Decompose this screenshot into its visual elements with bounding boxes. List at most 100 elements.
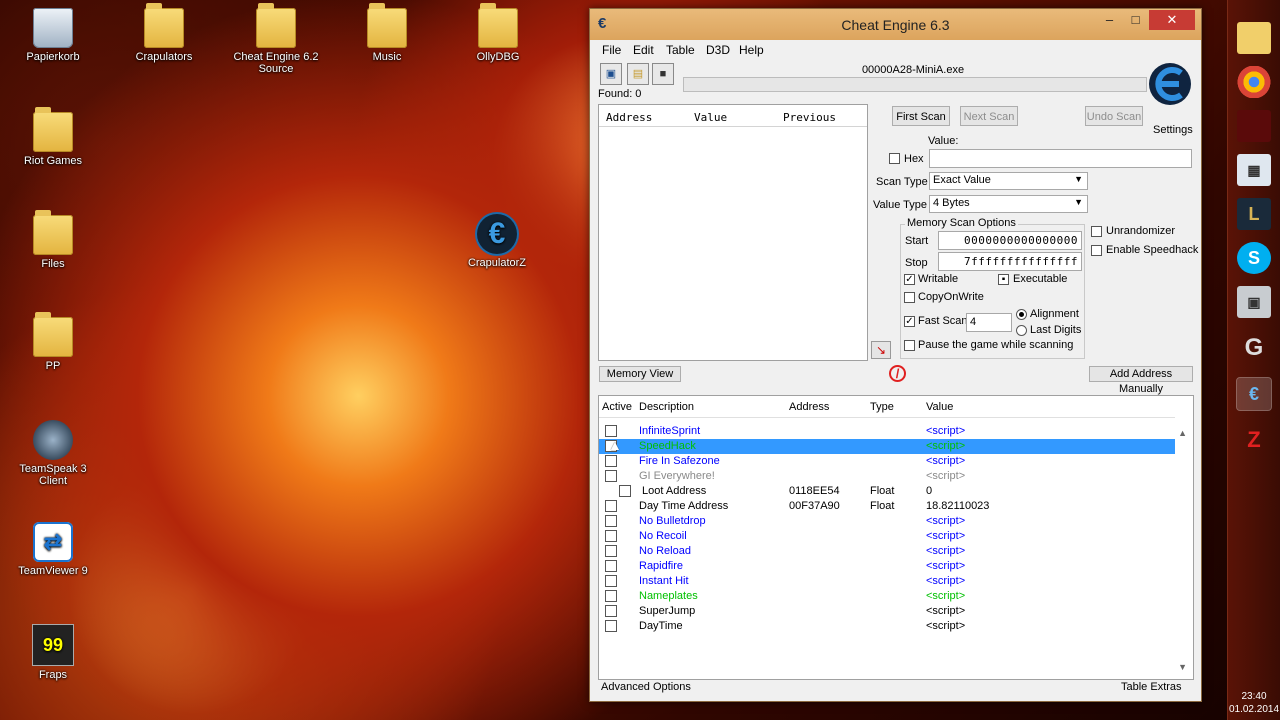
active-checkbox[interactable] [605,590,617,602]
menu-d3d[interactable]: D3D [706,43,730,57]
table-row[interactable]: No Reload <script> [599,544,1175,559]
desktop-icon-music[interactable]: Music [339,3,435,63]
skype-icon[interactable]: S [1237,242,1271,274]
table-row[interactable]: No Recoil <script> [599,529,1175,544]
maximize-button[interactable]: □ [1122,10,1149,30]
table-row[interactable]: Loot Address 0118EE54 Float 0 [599,484,1175,499]
scan-type-select[interactable]: Exact Value ▼ [929,172,1088,190]
desktop-icon-papierkorb[interactable]: Papierkorb [5,8,101,63]
desktop-icon-crapulators[interactable]: Crapulators [116,3,212,63]
desktop-icon-ollydbg[interactable]: OllyDBG [450,3,546,63]
value-type-select[interactable]: 4 Bytes ▼ [929,195,1088,213]
table-row[interactable]: SpeedHack <script> ▲ [599,437,1175,454]
calculator-icon[interactable]: ▦ [1237,154,1271,186]
menu-file[interactable]: File [602,43,621,57]
table-row[interactable]: Nameplates <script> [599,589,1175,604]
results-header-value[interactable]: Value [694,111,727,124]
active-checkbox[interactable] [605,575,617,587]
first-scan-button[interactable]: First Scan [892,106,950,126]
pointer-scan-arrow-button[interactable]: ↘ [871,341,891,359]
unrandomizer-checkbox[interactable] [1091,226,1102,237]
table-row[interactable]: Day Time Address 00F37A90 Float 18.82110… [599,499,1175,514]
memory-view-button[interactable]: Memory View [599,366,681,382]
executable-checkbox[interactable]: ▪ [998,274,1009,285]
results-header-address[interactable]: Address [606,111,652,124]
table-row[interactable]: DayTime <script> [599,619,1175,634]
desktop-icon-crapulatorz[interactable]: € CrapulatorZ [449,214,545,269]
league-of-legends-icon[interactable]: L [1237,198,1271,230]
desktop-icon-pp[interactable]: PP [5,312,101,372]
minimize-button[interactable]: – [1096,10,1123,30]
menu-edit[interactable]: Edit [633,43,654,57]
table-header-type[interactable]: Type [870,401,894,413]
clock[interactable]: 23:40 01.02.2014 [1228,690,1280,716]
table-row[interactable]: Instant Hit <script> [599,574,1175,589]
table-header-address[interactable]: Address [789,401,829,413]
advanced-options-button[interactable]: Advanced Options [601,681,691,693]
scroll-down-icon[interactable]: ▼ [1178,662,1187,672]
stop-icon[interactable]: / [889,365,906,382]
desktop-icon-riot-games[interactable]: Riot Games [5,107,101,167]
active-checkbox[interactable] [605,470,617,482]
desktop-icon-teamviewer[interactable]: ⇄ TeamViewer 9 [5,522,101,577]
active-checkbox[interactable] [605,425,617,437]
fast-scan-checkbox[interactable]: ✓ [904,316,915,327]
active-checkbox[interactable] [619,485,631,497]
cheat-engine-logo[interactable] [1147,61,1193,111]
value-input[interactable] [929,149,1192,168]
screen-capture-icon[interactable]: ▣ [1237,286,1271,318]
save-button[interactable]: ■ [652,63,674,85]
table-header-active[interactable]: Active [602,401,632,413]
active-checkbox[interactable] [605,620,617,632]
menu-table[interactable]: Table [666,43,695,57]
active-checkbox[interactable] [605,605,617,617]
cheat-engine-taskbar-icon[interactable]: € [1237,378,1271,410]
active-checkbox[interactable] [605,545,617,557]
game-icon[interactable] [1237,110,1271,142]
stop-address-input[interactable]: 7fffffffffffffff [938,252,1082,271]
results-header-previous[interactable]: Previous [783,111,836,124]
table-row[interactable]: Fire In Safezone <script> [599,454,1175,469]
desktop-icon-files[interactable]: Files [5,210,101,270]
table-header-value[interactable]: Value [926,401,953,413]
hex-checkbox[interactable] [889,153,900,164]
desktop-icon-fraps[interactable]: 99 Fraps [5,624,101,681]
alignment-radio[interactable] [1016,309,1027,320]
table-row[interactable]: InfiniteSprint <script> [599,424,1175,439]
open-file-button[interactable]: ▤ [627,63,649,85]
z-app-icon[interactable]: Z [1237,424,1271,456]
copyonwrite-checkbox[interactable] [904,292,915,303]
writable-checkbox[interactable]: ✓ [904,274,915,285]
active-checkbox[interactable] [605,530,617,542]
active-checkbox[interactable] [605,500,617,512]
menu-help[interactable]: Help [739,43,764,57]
add-address-manually-button[interactable]: Add Address Manually [1089,366,1193,395]
scan-results-list[interactable]: Address Value Previous [598,104,868,361]
chrome-icon[interactable] [1237,66,1271,98]
table-row[interactable]: No Bulletdrop <script> [599,514,1175,529]
active-checkbox[interactable] [605,515,617,527]
logitech-gaming-icon[interactable]: G [1237,332,1271,364]
undo-scan-button[interactable]: Undo Scan [1085,106,1143,126]
last-digits-radio[interactable] [1016,325,1027,336]
file-explorer-icon[interactable] [1237,22,1271,54]
start-address-input[interactable]: 0000000000000000 [938,231,1082,250]
close-button[interactable]: ✕ [1149,10,1195,30]
desktop-icon-teamspeak[interactable]: TeamSpeak 3 Client [5,420,101,487]
table-row[interactable]: Rapidfire <script> [599,559,1175,574]
table-extras-button[interactable]: Table Extras [1121,681,1182,693]
desktop-icon-ce-source[interactable]: Cheat Engine 6.2 Source [228,3,324,75]
speedhack-checkbox[interactable] [1091,245,1102,256]
pause-game-checkbox[interactable] [904,340,915,351]
cheat-table[interactable]: Active Description Address Type Value In… [598,395,1194,680]
active-checkbox[interactable] [605,560,617,572]
scroll-up-icon[interactable]: ▲ [1178,428,1187,438]
active-checkbox[interactable] [605,455,617,467]
table-row[interactable]: GI Everywhere! <script> [599,469,1175,484]
next-scan-button[interactable]: Next Scan [960,106,1018,126]
title-bar[interactable]: € Cheat Engine 6.3 – □ ✕ [590,9,1201,40]
table-header-description[interactable]: Description [639,401,694,413]
settings-label[interactable]: Settings [1153,124,1193,136]
open-process-button[interactable]: ▣ [600,63,622,85]
fast-scan-input[interactable]: 4 [966,313,1012,332]
